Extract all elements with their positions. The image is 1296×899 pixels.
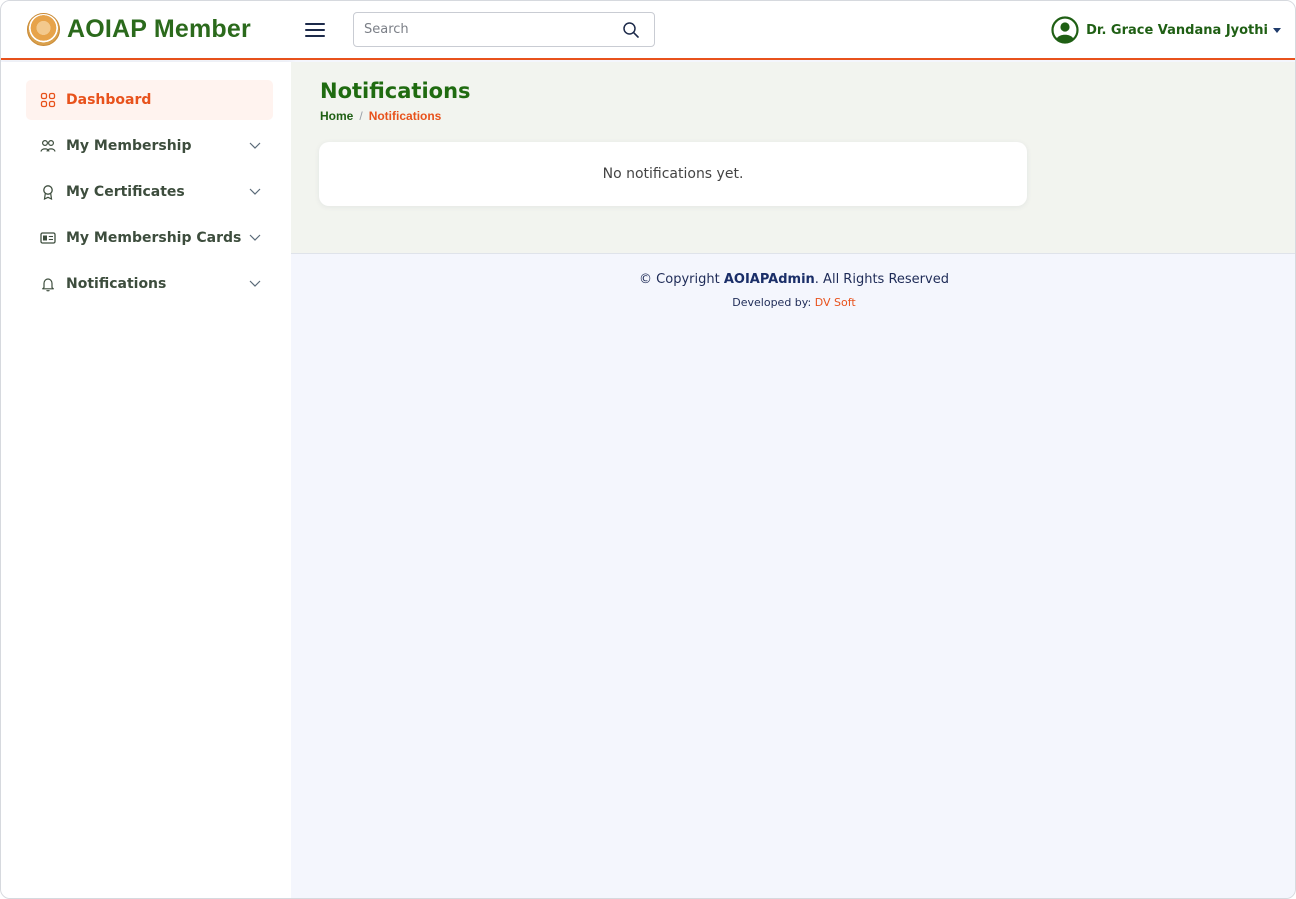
hamburger-menu-icon[interactable]	[305, 21, 327, 39]
search-bar	[353, 12, 655, 47]
top-header: AOIAP Member Dr. Grace Vandana Jyothi	[1, 1, 1295, 60]
copyright-brand: AOIAPAdmin	[723, 272, 815, 287]
sidebar-item-my-certificates[interactable]: My Certificates	[26, 172, 273, 212]
sidebar-item-label: Notifications	[66, 276, 167, 292]
notifications-card: No notifications yet.	[319, 142, 1027, 206]
empty-state-message: No notifications yet.	[602, 166, 744, 182]
main-content: Notifications Home / Notifications No no…	[291, 62, 1295, 898]
sidebar-item-label: My Certificates	[66, 184, 185, 200]
sidebar-nav: Dashboard My Membership My Certificates …	[1, 62, 291, 304]
developed-by: Developed by: DV Soft	[732, 296, 856, 309]
app-title: AOIAP Member	[67, 15, 251, 43]
user-menu[interactable]: Dr. Grace Vandana Jyothi	[1051, 16, 1281, 44]
sidebar-item-label: My Membership	[66, 138, 192, 154]
chevron-down-icon[interactable]	[249, 186, 261, 196]
breadcrumb-home-link[interactable]: Home	[320, 109, 353, 123]
bell-icon	[42, 278, 54, 292]
logo-emblem-icon	[27, 13, 60, 46]
sidebar-item-label: Dashboard	[66, 92, 152, 108]
page-title: Notifications	[320, 79, 471, 103]
chevron-down-icon[interactable]	[249, 278, 261, 288]
developer-link[interactable]: DV Soft	[815, 296, 856, 309]
user-circle-icon	[1051, 16, 1079, 44]
search-input[interactable]	[354, 13, 614, 46]
page-header: Notifications Home / Notifications No no…	[291, 62, 1295, 254]
sidebar-item-label: My Membership Cards	[66, 230, 242, 246]
sidebar-item-my-membership[interactable]: My Membership	[26, 126, 273, 166]
people-icon	[40, 139, 56, 152]
sidebar-item-dashboard[interactable]: Dashboard	[26, 80, 273, 120]
certificate-icon	[43, 185, 53, 200]
brand[interactable]: AOIAP Member	[27, 13, 283, 46]
id-card-icon	[40, 232, 56, 244]
copyright-text: © Copyright AOIAPAdmin. All Rights Reser…	[639, 272, 949, 287]
sidebar-item-my-membership-cards[interactable]: My Membership Cards	[26, 218, 273, 258]
search-icon[interactable]	[622, 21, 640, 39]
chevron-down-icon[interactable]	[249, 140, 261, 150]
user-name: Dr. Grace Vandana Jyothi	[1086, 22, 1268, 38]
footer: © Copyright AOIAPAdmin. All Rights Reser…	[291, 272, 1295, 309]
sidebar-item-notifications[interactable]: Notifications	[26, 264, 273, 304]
breadcrumb-current: Notifications	[368, 109, 442, 123]
sidebar: Dashboard My Membership My Certificates …	[1, 62, 291, 898]
dashboard-grid-icon	[40, 92, 56, 108]
breadcrumb-separator: /	[359, 109, 363, 123]
breadcrumb: Home / Notifications	[320, 109, 441, 123]
app-frame: AOIAP Member Dr. Grace Vandana Jyothi	[0, 0, 1296, 899]
chevron-down-icon[interactable]	[249, 232, 261, 242]
chevron-down-icon	[1273, 27, 1281, 33]
